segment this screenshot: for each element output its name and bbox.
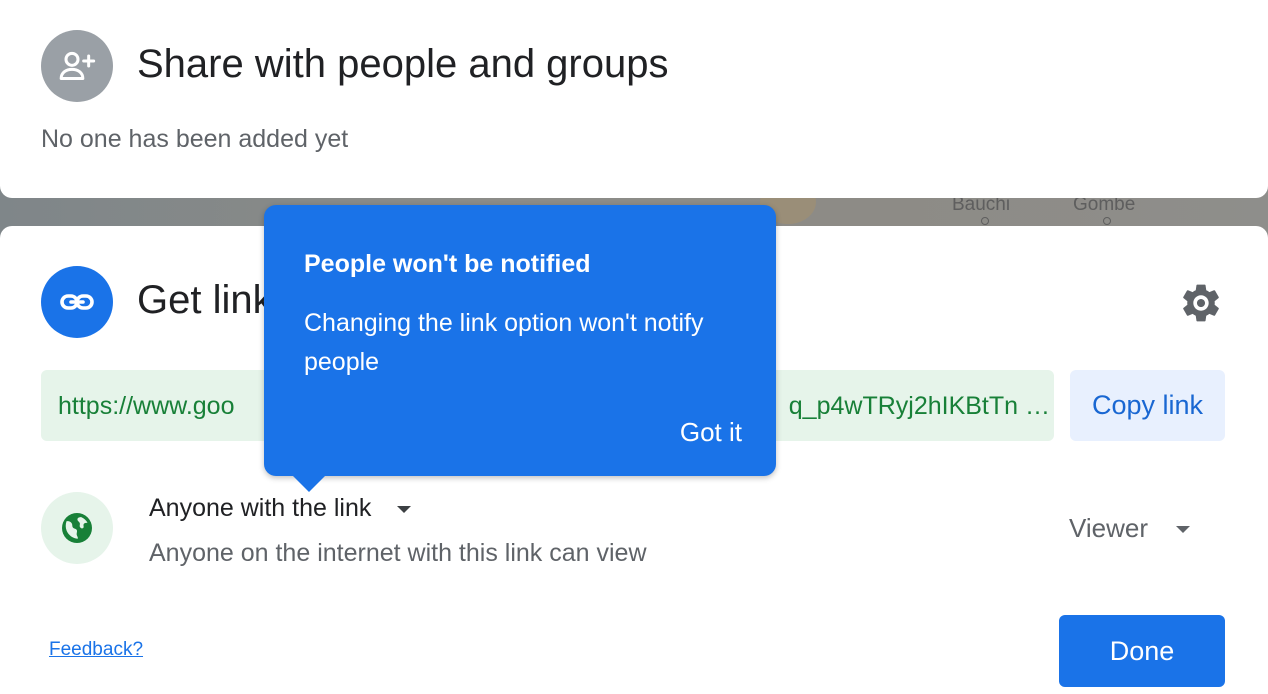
map-dot <box>1103 217 1111 225</box>
link-access-dropdown[interactable]: Anyone with the link <box>149 494 412 523</box>
notification-tooltip: People won't be notified Changing the li… <box>264 205 776 492</box>
person-add-icon <box>41 30 113 102</box>
map-dot <box>981 217 989 225</box>
link-icon <box>41 266 113 338</box>
tooltip-body: Changing the link option won't notify pe… <box>304 309 704 376</box>
copy-link-button[interactable]: Copy link <box>1070 370 1225 441</box>
role-dropdown[interactable]: Viewer <box>1069 513 1191 544</box>
gear-icon[interactable] <box>1178 280 1224 326</box>
share-subtitle: No one has been added yet <box>41 125 349 153</box>
link-url-start: https://www.goo <box>58 392 235 420</box>
caret-down-icon <box>1176 526 1191 533</box>
caret-down-icon <box>397 506 412 513</box>
done-button[interactable]: Done <box>1059 615 1225 687</box>
share-card: Share with people and groups No one has … <box>0 0 1268 198</box>
link-access-description: Anyone on the internet with this link ca… <box>149 539 647 567</box>
get-link-title: Get link <box>137 278 273 322</box>
role-label: Viewer <box>1069 513 1149 543</box>
feedback-link[interactable]: Feedback? <box>49 639 143 661</box>
got-it-button[interactable]: Got it <box>680 417 742 448</box>
link-access-label: Anyone with the link <box>149 494 372 522</box>
tooltip-title: People won't be notified <box>304 250 591 278</box>
share-title: Share with people and groups <box>137 42 669 86</box>
link-url-end: q_p4wTRyj2hIKBtTn … <box>788 392 1050 420</box>
globe-icon <box>41 492 113 564</box>
